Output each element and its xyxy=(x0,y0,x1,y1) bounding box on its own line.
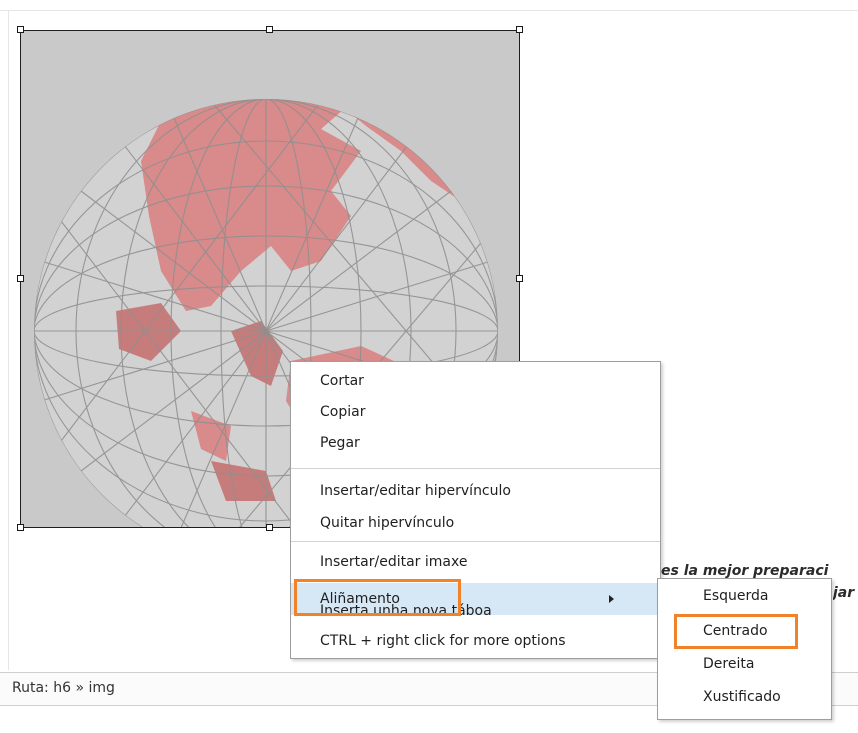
resize-handle-middle-right[interactable] xyxy=(516,275,523,282)
menu-item-cut[interactable]: Cortar xyxy=(291,366,660,396)
context-menu: Cortar Copiar Pegar Insertar/editar hipe… xyxy=(290,361,661,659)
resize-handle-top-left[interactable] xyxy=(17,26,24,33)
resize-handle-middle-left[interactable] xyxy=(17,275,24,282)
menu-item-insert-edit-image[interactable]: Insertar/editar imaxe xyxy=(291,547,660,577)
editor-top-border xyxy=(0,10,858,11)
submenu-item-right[interactable]: Dereita xyxy=(658,649,831,679)
element-path[interactable]: Ruta: h6 » img xyxy=(12,680,115,696)
resize-handle-bottom-left[interactable] xyxy=(17,524,24,531)
resize-handle-bottom-center[interactable] xyxy=(266,524,273,531)
document-text-line-2[interactable]: jar xyxy=(833,585,858,601)
alignment-submenu: Esquerda Centrado Dereita Xustificado xyxy=(657,578,832,720)
editor-left-border xyxy=(8,10,9,670)
menu-item-remove-link[interactable]: Quitar hipervínculo xyxy=(291,508,660,538)
menu-separator xyxy=(291,541,660,542)
resize-handle-top-center[interactable] xyxy=(266,26,273,33)
document-text-line-1[interactable]: es la mejor preparaci xyxy=(661,563,858,579)
menu-item-more-options[interactable]: CTRL + right click for more options xyxy=(291,626,660,656)
submenu-item-center[interactable]: Centrado xyxy=(658,616,831,646)
submenu-item-left[interactable]: Esquerda xyxy=(658,581,831,611)
menu-item-paste[interactable]: Pegar xyxy=(291,428,660,458)
menu-item-copy[interactable]: Copiar xyxy=(291,397,660,427)
menu-item-insert-table[interactable]: Inserta unha nova táboa xyxy=(291,596,660,626)
resize-handle-top-right[interactable] xyxy=(516,26,523,33)
submenu-item-justify[interactable]: Xustificado xyxy=(658,682,831,712)
menu-separator xyxy=(291,468,660,469)
menu-item-insert-edit-link[interactable]: Insertar/editar hipervínculo xyxy=(291,476,660,506)
